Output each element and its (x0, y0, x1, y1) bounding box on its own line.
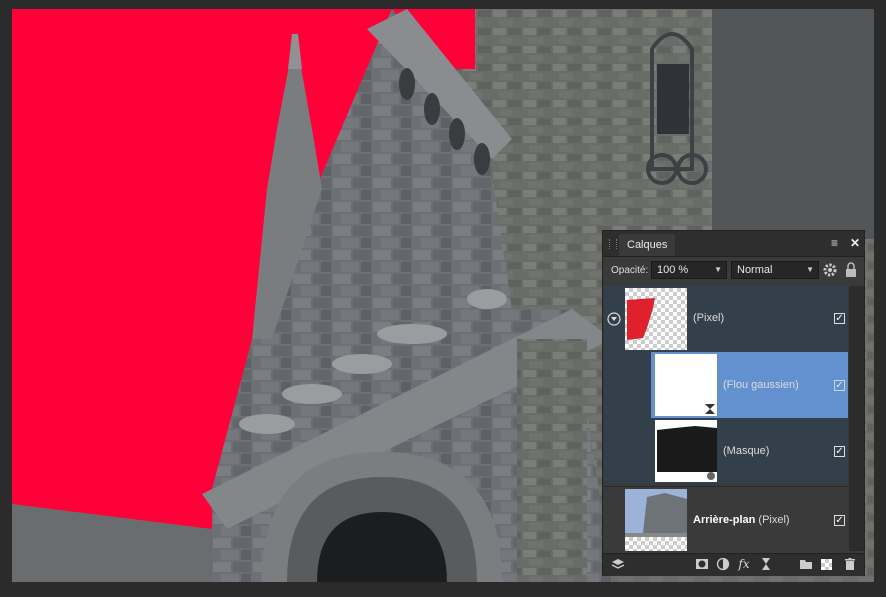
expand-toggle-icon[interactable] (607, 312, 621, 326)
visibility-checkbox[interactable]: ✓ (834, 446, 845, 457)
opacity-label: Opacité: (611, 265, 649, 276)
adjustment-icon[interactable] (716, 557, 730, 571)
tab-layers[interactable]: Calques (619, 234, 676, 256)
gear-icon[interactable] (822, 262, 838, 278)
fx-icon[interactable]: fx (737, 557, 751, 571)
trash-icon[interactable] (843, 557, 857, 571)
close-icon[interactable]: ✕ (850, 236, 862, 250)
panel-menu-icon[interactable]: ≡ (831, 236, 845, 250)
pixel-layer-icon[interactable] (821, 559, 832, 570)
chevron-down-icon: ▼ (714, 265, 722, 274)
layers-list: (Pixel) ✓ (Flou gaussien) ✓ (Masque) ✓ A… (604, 286, 848, 552)
layer-thumbnail (625, 489, 687, 551)
layer-name-label: Arrière-plan (Pixel) (693, 514, 790, 526)
blend-mode-value: Normal (737, 264, 773, 276)
visibility-checkbox[interactable]: ✓ (834, 313, 845, 324)
layer-row-background[interactable]: Arrière-plan (Pixel) ✓ (604, 486, 848, 552)
layer-row-gaussian-blur[interactable]: (Flou gaussien) ✓ (604, 352, 848, 418)
live-filter-icon[interactable] (759, 557, 773, 571)
drag-grip-icon[interactable] (609, 239, 617, 249)
blend-mode-dropdown[interactable]: Normal ▼ (731, 261, 819, 279)
layer-stack-icon[interactable] (611, 557, 625, 571)
layer-type-label: (Masque) (723, 445, 770, 457)
live-filter-icon (705, 404, 715, 414)
opacity-row: Opacité: 100 % ▼ Normal ▼ (603, 257, 864, 285)
layer-row-mask[interactable]: (Masque) ✓ (604, 418, 848, 484)
folder-icon[interactable] (799, 557, 813, 571)
layer-type-label: (Pixel) (758, 514, 790, 526)
opacity-value: 100 % (657, 264, 689, 276)
layers-panel: Calques ≡ ✕ Opacité: 100 % ▼ Normal ▼ (Pix… (602, 230, 865, 576)
layer-thumbnail (655, 354, 717, 416)
scrollbar[interactable] (849, 286, 864, 551)
visibility-checkbox[interactable]: ✓ (834, 515, 845, 526)
layer-type-label: (Pixel) (693, 312, 725, 324)
visibility-checkbox[interactable]: ✓ (834, 380, 845, 391)
layer-name: Arrière-plan (693, 514, 756, 526)
layer-row-pixel[interactable]: (Pixel) ✓ (604, 286, 848, 352)
chevron-down-icon: ▼ (806, 265, 814, 274)
mask-icon[interactable] (695, 557, 709, 571)
lock-icon[interactable] (844, 262, 858, 278)
layer-thumbnail (655, 420, 717, 482)
layer-thumbnail (625, 288, 687, 350)
panel-title-bar: Calques ≡ ✕ (603, 231, 864, 257)
opacity-dropdown[interactable]: 100 % ▼ (651, 261, 727, 279)
layers-bottom-toolbar: fx (603, 553, 864, 576)
layer-type-label: (Flou gaussien) (723, 379, 799, 391)
